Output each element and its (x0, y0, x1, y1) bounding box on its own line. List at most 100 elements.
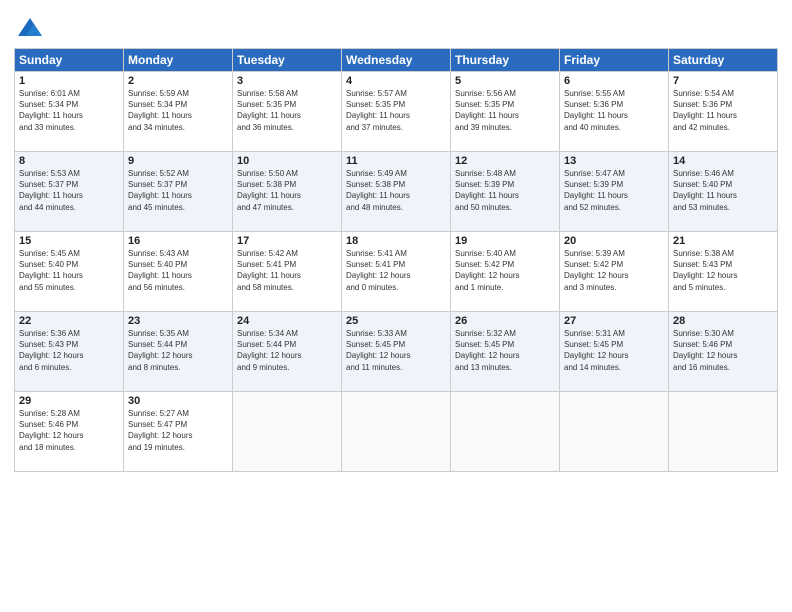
day-number: 4 (346, 75, 446, 87)
day-info: Sunrise: 5:40 AM Sunset: 5:42 PM Dayligh… (455, 248, 555, 293)
logo-icon (16, 14, 44, 42)
day-number: 11 (346, 155, 446, 167)
day-number: 29 (19, 395, 119, 407)
day-number: 2 (128, 75, 228, 87)
day-info: Sunrise: 5:55 AM Sunset: 5:36 PM Dayligh… (564, 88, 664, 133)
day-info: Sunrise: 5:34 AM Sunset: 5:44 PM Dayligh… (237, 328, 337, 373)
day-info: Sunrise: 5:58 AM Sunset: 5:35 PM Dayligh… (237, 88, 337, 133)
day-number: 26 (455, 315, 555, 327)
day-number: 24 (237, 315, 337, 327)
day-info: Sunrise: 6:01 AM Sunset: 5:34 PM Dayligh… (19, 88, 119, 133)
day-number: 8 (19, 155, 119, 167)
weekday-header-wednesday: Wednesday (342, 49, 451, 72)
calendar-cell: 19Sunrise: 5:40 AM Sunset: 5:42 PM Dayli… (451, 232, 560, 312)
day-number: 15 (19, 235, 119, 247)
calendar-cell: 6Sunrise: 5:55 AM Sunset: 5:36 PM Daylig… (560, 72, 669, 152)
day-info: Sunrise: 5:31 AM Sunset: 5:45 PM Dayligh… (564, 328, 664, 373)
calendar-cell: 12Sunrise: 5:48 AM Sunset: 5:39 PM Dayli… (451, 152, 560, 232)
day-number: 21 (673, 235, 773, 247)
calendar-cell: 22Sunrise: 5:36 AM Sunset: 5:43 PM Dayli… (15, 312, 124, 392)
calendar-cell: 25Sunrise: 5:33 AM Sunset: 5:45 PM Dayli… (342, 312, 451, 392)
logo (14, 14, 44, 42)
day-info: Sunrise: 5:59 AM Sunset: 5:34 PM Dayligh… (128, 88, 228, 133)
day-number: 5 (455, 75, 555, 87)
calendar-cell: 4Sunrise: 5:57 AM Sunset: 5:35 PM Daylig… (342, 72, 451, 152)
calendar-cell: 1Sunrise: 6:01 AM Sunset: 5:34 PM Daylig… (15, 72, 124, 152)
day-number: 3 (237, 75, 337, 87)
day-number: 30 (128, 395, 228, 407)
calendar-cell: 21Sunrise: 5:38 AM Sunset: 5:43 PM Dayli… (669, 232, 778, 312)
day-number: 10 (237, 155, 337, 167)
calendar-cell: 9Sunrise: 5:52 AM Sunset: 5:37 PM Daylig… (124, 152, 233, 232)
day-number: 17 (237, 235, 337, 247)
calendar-cell: 2Sunrise: 5:59 AM Sunset: 5:34 PM Daylig… (124, 72, 233, 152)
weekday-header-thursday: Thursday (451, 49, 560, 72)
day-info: Sunrise: 5:48 AM Sunset: 5:39 PM Dayligh… (455, 168, 555, 213)
calendar-cell: 29Sunrise: 5:28 AM Sunset: 5:46 PM Dayli… (15, 392, 124, 472)
day-info: Sunrise: 5:33 AM Sunset: 5:45 PM Dayligh… (346, 328, 446, 373)
calendar-cell: 23Sunrise: 5:35 AM Sunset: 5:44 PM Dayli… (124, 312, 233, 392)
calendar-cell (560, 392, 669, 472)
week-row-4: 22Sunrise: 5:36 AM Sunset: 5:43 PM Dayli… (15, 312, 778, 392)
day-info: Sunrise: 5:32 AM Sunset: 5:45 PM Dayligh… (455, 328, 555, 373)
day-info: Sunrise: 5:50 AM Sunset: 5:38 PM Dayligh… (237, 168, 337, 213)
weekday-header-sunday: Sunday (15, 49, 124, 72)
weekday-header-monday: Monday (124, 49, 233, 72)
day-info: Sunrise: 5:42 AM Sunset: 5:41 PM Dayligh… (237, 248, 337, 293)
day-number: 28 (673, 315, 773, 327)
calendar-cell: 20Sunrise: 5:39 AM Sunset: 5:42 PM Dayli… (560, 232, 669, 312)
day-info: Sunrise: 5:53 AM Sunset: 5:37 PM Dayligh… (19, 168, 119, 213)
day-number: 7 (673, 75, 773, 87)
day-info: Sunrise: 5:46 AM Sunset: 5:40 PM Dayligh… (673, 168, 773, 213)
day-info: Sunrise: 5:30 AM Sunset: 5:46 PM Dayligh… (673, 328, 773, 373)
calendar-cell: 8Sunrise: 5:53 AM Sunset: 5:37 PM Daylig… (15, 152, 124, 232)
day-number: 12 (455, 155, 555, 167)
week-row-2: 8Sunrise: 5:53 AM Sunset: 5:37 PM Daylig… (15, 152, 778, 232)
calendar-cell: 26Sunrise: 5:32 AM Sunset: 5:45 PM Dayli… (451, 312, 560, 392)
weekday-header-tuesday: Tuesday (233, 49, 342, 72)
day-number: 13 (564, 155, 664, 167)
calendar-cell: 7Sunrise: 5:54 AM Sunset: 5:36 PM Daylig… (669, 72, 778, 152)
week-row-3: 15Sunrise: 5:45 AM Sunset: 5:40 PM Dayli… (15, 232, 778, 312)
day-info: Sunrise: 5:36 AM Sunset: 5:43 PM Dayligh… (19, 328, 119, 373)
weekday-header-saturday: Saturday (669, 49, 778, 72)
calendar-cell: 28Sunrise: 5:30 AM Sunset: 5:46 PM Dayli… (669, 312, 778, 392)
calendar-cell: 27Sunrise: 5:31 AM Sunset: 5:45 PM Dayli… (560, 312, 669, 392)
calendar-cell: 13Sunrise: 5:47 AM Sunset: 5:39 PM Dayli… (560, 152, 669, 232)
day-number: 14 (673, 155, 773, 167)
calendar-cell (451, 392, 560, 472)
header (14, 10, 778, 42)
weekday-header-row: SundayMondayTuesdayWednesdayThursdayFrid… (15, 49, 778, 72)
calendar-cell: 3Sunrise: 5:58 AM Sunset: 5:35 PM Daylig… (233, 72, 342, 152)
day-number: 18 (346, 235, 446, 247)
day-info: Sunrise: 5:43 AM Sunset: 5:40 PM Dayligh… (128, 248, 228, 293)
calendar-cell: 17Sunrise: 5:42 AM Sunset: 5:41 PM Dayli… (233, 232, 342, 312)
calendar-cell: 14Sunrise: 5:46 AM Sunset: 5:40 PM Dayli… (669, 152, 778, 232)
calendar-cell: 5Sunrise: 5:56 AM Sunset: 5:35 PM Daylig… (451, 72, 560, 152)
day-info: Sunrise: 5:39 AM Sunset: 5:42 PM Dayligh… (564, 248, 664, 293)
calendar-cell: 18Sunrise: 5:41 AM Sunset: 5:41 PM Dayli… (342, 232, 451, 312)
calendar-cell: 16Sunrise: 5:43 AM Sunset: 5:40 PM Dayli… (124, 232, 233, 312)
calendar-cell: 10Sunrise: 5:50 AM Sunset: 5:38 PM Dayli… (233, 152, 342, 232)
day-info: Sunrise: 5:45 AM Sunset: 5:40 PM Dayligh… (19, 248, 119, 293)
day-number: 9 (128, 155, 228, 167)
week-row-1: 1Sunrise: 6:01 AM Sunset: 5:34 PM Daylig… (15, 72, 778, 152)
weekday-header-friday: Friday (560, 49, 669, 72)
calendar-cell: 15Sunrise: 5:45 AM Sunset: 5:40 PM Dayli… (15, 232, 124, 312)
calendar-cell (342, 392, 451, 472)
day-info: Sunrise: 5:57 AM Sunset: 5:35 PM Dayligh… (346, 88, 446, 133)
calendar-cell: 24Sunrise: 5:34 AM Sunset: 5:44 PM Dayli… (233, 312, 342, 392)
calendar-cell (669, 392, 778, 472)
day-info: Sunrise: 5:41 AM Sunset: 5:41 PM Dayligh… (346, 248, 446, 293)
day-number: 27 (564, 315, 664, 327)
calendar-table: SundayMondayTuesdayWednesdayThursdayFrid… (14, 48, 778, 472)
day-info: Sunrise: 5:38 AM Sunset: 5:43 PM Dayligh… (673, 248, 773, 293)
day-number: 16 (128, 235, 228, 247)
day-number: 25 (346, 315, 446, 327)
day-info: Sunrise: 5:49 AM Sunset: 5:38 PM Dayligh… (346, 168, 446, 213)
day-number: 19 (455, 235, 555, 247)
day-info: Sunrise: 5:54 AM Sunset: 5:36 PM Dayligh… (673, 88, 773, 133)
calendar-cell: 30Sunrise: 5:27 AM Sunset: 5:47 PM Dayli… (124, 392, 233, 472)
day-info: Sunrise: 5:56 AM Sunset: 5:35 PM Dayligh… (455, 88, 555, 133)
week-row-5: 29Sunrise: 5:28 AM Sunset: 5:46 PM Dayli… (15, 392, 778, 472)
